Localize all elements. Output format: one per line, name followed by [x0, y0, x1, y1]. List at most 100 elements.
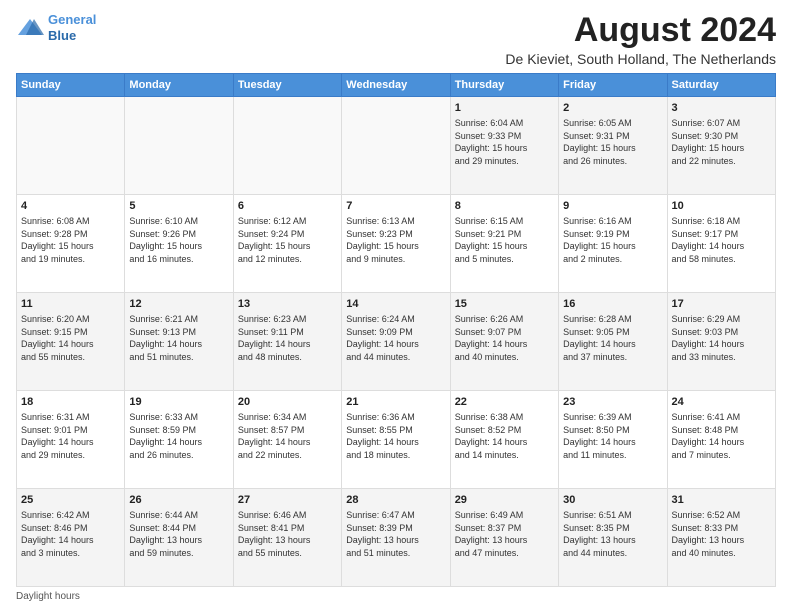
header: General Blue August 2024 De Kieviet, Sou… [16, 12, 776, 67]
day-info: Sunrise: 6:38 AM Sunset: 8:52 PM Dayligh… [455, 411, 554, 461]
day-number: 30 [563, 493, 662, 508]
day-info: Sunrise: 6:42 AM Sunset: 8:46 PM Dayligh… [21, 509, 120, 559]
calendar-day-header: Wednesday [342, 74, 450, 97]
calendar-table: SundayMondayTuesdayWednesdayThursdayFrid… [16, 73, 776, 587]
day-info: Sunrise: 6:26 AM Sunset: 9:07 PM Dayligh… [455, 313, 554, 363]
day-number: 28 [346, 493, 445, 508]
calendar-day-cell: 2Sunrise: 6:05 AM Sunset: 9:31 PM Daylig… [559, 97, 667, 195]
day-info: Sunrise: 6:18 AM Sunset: 9:17 PM Dayligh… [672, 215, 771, 265]
day-number: 25 [21, 493, 120, 508]
calendar-day-cell: 14Sunrise: 6:24 AM Sunset: 9:09 PM Dayli… [342, 293, 450, 391]
day-number: 15 [455, 297, 554, 312]
calendar-day-cell: 16Sunrise: 6:28 AM Sunset: 9:05 PM Dayli… [559, 293, 667, 391]
logo-icon [16, 17, 44, 39]
calendar-day-cell: 17Sunrise: 6:29 AM Sunset: 9:03 PM Dayli… [667, 293, 775, 391]
calendar-day-cell: 21Sunrise: 6:36 AM Sunset: 8:55 PM Dayli… [342, 391, 450, 489]
day-number: 1 [455, 101, 554, 116]
calendar-day-cell: 25Sunrise: 6:42 AM Sunset: 8:46 PM Dayli… [17, 489, 125, 587]
day-number: 5 [129, 199, 228, 214]
calendar-day-cell: 8Sunrise: 6:15 AM Sunset: 9:21 PM Daylig… [450, 195, 558, 293]
day-info: Sunrise: 6:23 AM Sunset: 9:11 PM Dayligh… [238, 313, 337, 363]
calendar-week-row: 18Sunrise: 6:31 AM Sunset: 9:01 PM Dayli… [17, 391, 776, 489]
calendar-day-cell: 4Sunrise: 6:08 AM Sunset: 9:28 PM Daylig… [17, 195, 125, 293]
day-info: Sunrise: 6:41 AM Sunset: 8:48 PM Dayligh… [672, 411, 771, 461]
calendar-day-cell: 11Sunrise: 6:20 AM Sunset: 9:15 PM Dayli… [17, 293, 125, 391]
calendar-day-header: Thursday [450, 74, 558, 97]
logo: General Blue [16, 12, 96, 43]
day-number: 19 [129, 395, 228, 410]
day-info: Sunrise: 6:34 AM Sunset: 8:57 PM Dayligh… [238, 411, 337, 461]
calendar-day-cell: 18Sunrise: 6:31 AM Sunset: 9:01 PM Dayli… [17, 391, 125, 489]
day-info: Sunrise: 6:39 AM Sunset: 8:50 PM Dayligh… [563, 411, 662, 461]
day-number: 7 [346, 199, 445, 214]
day-number: 8 [455, 199, 554, 214]
day-number: 11 [21, 297, 120, 312]
day-number: 27 [238, 493, 337, 508]
calendar-day-cell: 13Sunrise: 6:23 AM Sunset: 9:11 PM Dayli… [233, 293, 341, 391]
day-info: Sunrise: 6:49 AM Sunset: 8:37 PM Dayligh… [455, 509, 554, 559]
day-number: 4 [21, 199, 120, 214]
day-info: Sunrise: 6:12 AM Sunset: 9:24 PM Dayligh… [238, 215, 337, 265]
calendar-day-cell [125, 97, 233, 195]
day-number: 3 [672, 101, 771, 116]
calendar-day-header: Tuesday [233, 74, 341, 97]
day-info: Sunrise: 6:10 AM Sunset: 9:26 PM Dayligh… [129, 215, 228, 265]
day-info: Sunrise: 6:46 AM Sunset: 8:41 PM Dayligh… [238, 509, 337, 559]
day-info: Sunrise: 6:28 AM Sunset: 9:05 PM Dayligh… [563, 313, 662, 363]
day-number: 2 [563, 101, 662, 116]
calendar-day-header: Saturday [667, 74, 775, 97]
day-number: 23 [563, 395, 662, 410]
day-info: Sunrise: 6:08 AM Sunset: 9:28 PM Dayligh… [21, 215, 120, 265]
day-info: Sunrise: 6:05 AM Sunset: 9:31 PM Dayligh… [563, 117, 662, 167]
subtitle: De Kieviet, South Holland, The Netherlan… [505, 51, 776, 67]
calendar-day-cell [17, 97, 125, 195]
calendar-day-cell: 29Sunrise: 6:49 AM Sunset: 8:37 PM Dayli… [450, 489, 558, 587]
day-number: 22 [455, 395, 554, 410]
calendar-header-row: SundayMondayTuesdayWednesdayThursdayFrid… [17, 74, 776, 97]
calendar-day-cell [342, 97, 450, 195]
calendar-day-cell: 3Sunrise: 6:07 AM Sunset: 9:30 PM Daylig… [667, 97, 775, 195]
calendar-day-cell: 6Sunrise: 6:12 AM Sunset: 9:24 PM Daylig… [233, 195, 341, 293]
day-info: Sunrise: 6:21 AM Sunset: 9:13 PM Dayligh… [129, 313, 228, 363]
calendar-day-cell: 30Sunrise: 6:51 AM Sunset: 8:35 PM Dayli… [559, 489, 667, 587]
calendar-day-cell: 31Sunrise: 6:52 AM Sunset: 8:33 PM Dayli… [667, 489, 775, 587]
day-info: Sunrise: 6:29 AM Sunset: 9:03 PM Dayligh… [672, 313, 771, 363]
day-info: Sunrise: 6:04 AM Sunset: 9:33 PM Dayligh… [455, 117, 554, 167]
calendar-day-cell: 15Sunrise: 6:26 AM Sunset: 9:07 PM Dayli… [450, 293, 558, 391]
day-number: 26 [129, 493, 228, 508]
day-info: Sunrise: 6:07 AM Sunset: 9:30 PM Dayligh… [672, 117, 771, 167]
title-block: August 2024 De Kieviet, South Holland, T… [505, 12, 776, 67]
calendar-day-cell: 10Sunrise: 6:18 AM Sunset: 9:17 PM Dayli… [667, 195, 775, 293]
calendar-day-header: Monday [125, 74, 233, 97]
calendar-day-header: Sunday [17, 74, 125, 97]
day-number: 16 [563, 297, 662, 312]
day-info: Sunrise: 6:47 AM Sunset: 8:39 PM Dayligh… [346, 509, 445, 559]
day-number: 10 [672, 199, 771, 214]
calendar-day-header: Friday [559, 74, 667, 97]
calendar-day-cell: 20Sunrise: 6:34 AM Sunset: 8:57 PM Dayli… [233, 391, 341, 489]
day-info: Sunrise: 6:16 AM Sunset: 9:19 PM Dayligh… [563, 215, 662, 265]
calendar-day-cell: 23Sunrise: 6:39 AM Sunset: 8:50 PM Dayli… [559, 391, 667, 489]
day-number: 29 [455, 493, 554, 508]
page: General Blue August 2024 De Kieviet, Sou… [0, 0, 792, 612]
calendar-week-row: 25Sunrise: 6:42 AM Sunset: 8:46 PM Dayli… [17, 489, 776, 587]
calendar-day-cell: 19Sunrise: 6:33 AM Sunset: 8:59 PM Dayli… [125, 391, 233, 489]
calendar-week-row: 11Sunrise: 6:20 AM Sunset: 9:15 PM Dayli… [17, 293, 776, 391]
calendar-day-cell: 12Sunrise: 6:21 AM Sunset: 9:13 PM Dayli… [125, 293, 233, 391]
day-info: Sunrise: 6:15 AM Sunset: 9:21 PM Dayligh… [455, 215, 554, 265]
day-info: Sunrise: 6:36 AM Sunset: 8:55 PM Dayligh… [346, 411, 445, 461]
day-info: Sunrise: 6:20 AM Sunset: 9:15 PM Dayligh… [21, 313, 120, 363]
calendar-week-row: 1Sunrise: 6:04 AM Sunset: 9:33 PM Daylig… [17, 97, 776, 195]
day-number: 17 [672, 297, 771, 312]
calendar-day-cell: 7Sunrise: 6:13 AM Sunset: 9:23 PM Daylig… [342, 195, 450, 293]
day-number: 9 [563, 199, 662, 214]
day-info: Sunrise: 6:31 AM Sunset: 9:01 PM Dayligh… [21, 411, 120, 461]
day-info: Sunrise: 6:33 AM Sunset: 8:59 PM Dayligh… [129, 411, 228, 461]
day-number: 20 [238, 395, 337, 410]
day-info: Sunrise: 6:51 AM Sunset: 8:35 PM Dayligh… [563, 509, 662, 559]
calendar-day-cell: 5Sunrise: 6:10 AM Sunset: 9:26 PM Daylig… [125, 195, 233, 293]
day-number: 24 [672, 395, 771, 410]
day-info: Sunrise: 6:52 AM Sunset: 8:33 PM Dayligh… [672, 509, 771, 559]
day-number: 12 [129, 297, 228, 312]
day-number: 31 [672, 493, 771, 508]
